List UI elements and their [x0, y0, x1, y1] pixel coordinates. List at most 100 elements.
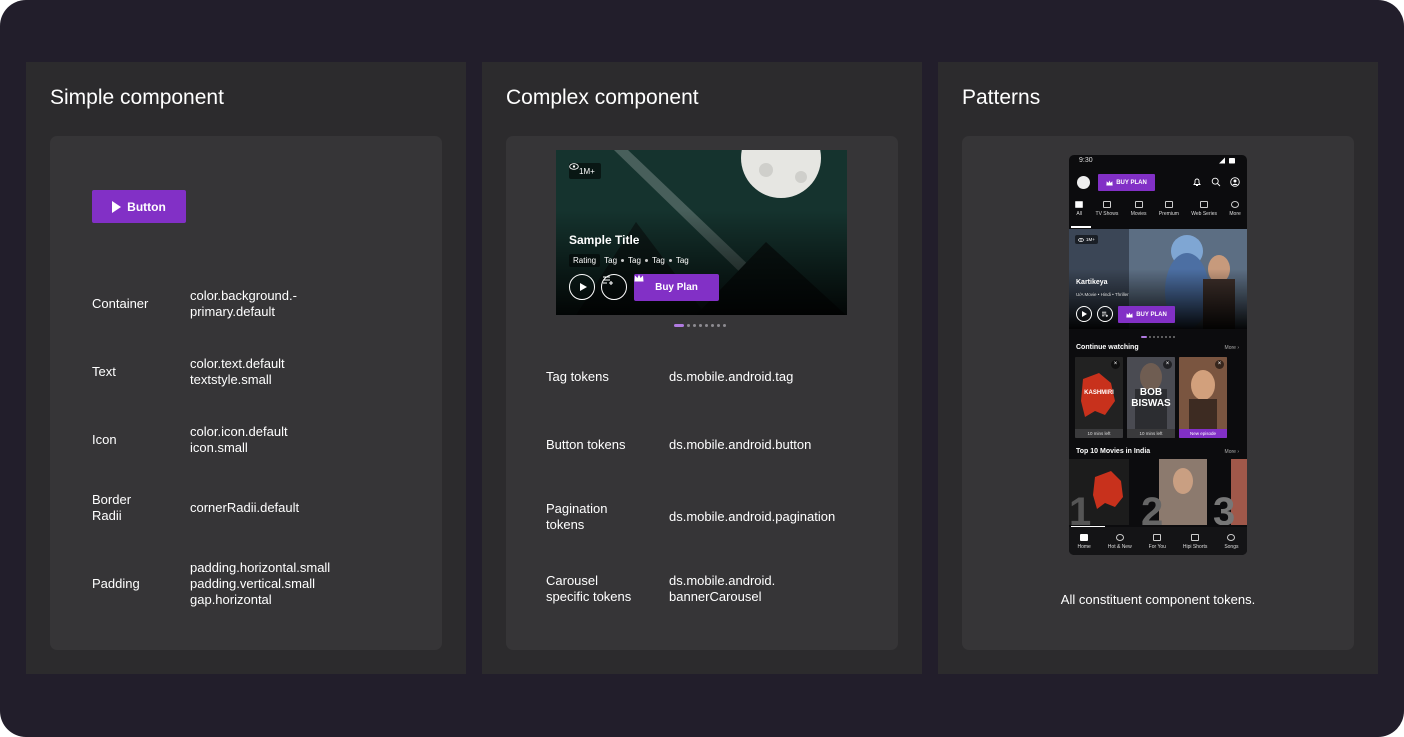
hero-meta: U/A Movie • Hindi • Thriller — [1076, 292, 1129, 297]
phone-header-actions — [1192, 177, 1240, 187]
banner-meta: Rating Tag Tag Tag Tag — [569, 254, 689, 267]
bottom-tab-hot-new[interactable]: Hot & New — [1108, 534, 1132, 550]
pagination-dot[interactable] — [699, 324, 702, 327]
pagination-dot[interactable] — [705, 324, 708, 327]
eye-icon — [1078, 237, 1084, 242]
top-10-row: 1 2 3 — [1069, 459, 1247, 525]
hero-title: Kartikeya — [1076, 279, 1108, 286]
shorts-icon — [1191, 534, 1200, 541]
simple-component-panel: Simple component Button Container color.… — [26, 62, 466, 674]
separator-dot — [644, 259, 648, 262]
hero-play-button[interactable] — [1076, 306, 1092, 322]
pagination-dot[interactable] — [1173, 336, 1175, 338]
phone-buy-plan-button[interactable]: BUY PLAN — [1098, 174, 1155, 191]
pagination-dot[interactable] — [687, 324, 690, 327]
search-icon[interactable] — [1211, 177, 1221, 187]
canvas-frame: Simple component Button Container color.… — [0, 0, 1404, 737]
genre-tag: Tag — [604, 256, 618, 265]
separator-dot — [668, 259, 672, 262]
complex-component-card: 1M+ Sample Title Rating Tag Tag Tag Tag — [506, 136, 898, 650]
hero-buy-plan-label: BUY PLAN — [1136, 311, 1167, 318]
svg-text:3: 3 — [1213, 490, 1235, 525]
nav-tab-movies[interactable]: Movies — [1131, 201, 1147, 217]
nav-tab-web-series[interactable]: Web Series — [1191, 201, 1217, 217]
poster-title: KASHMIRI — [1084, 390, 1114, 396]
pagination-dot[interactable] — [693, 324, 696, 327]
bottom-tab-hipi-shorts[interactable]: Hipi Shorts — [1183, 534, 1207, 550]
web-series-icon — [1200, 201, 1209, 208]
genre-tag: Tag — [675, 256, 689, 265]
pagination-dot[interactable] — [1165, 336, 1167, 338]
profile-icon[interactable] — [1230, 177, 1240, 187]
nav-tab-tv-shows[interactable]: TV Shows — [1096, 201, 1118, 217]
active-tab-indicator — [1071, 226, 1091, 228]
section-more-link[interactable]: More › — [1225, 345, 1239, 351]
pagination-dot[interactable] — [1169, 336, 1171, 338]
play-button[interactable] — [569, 274, 595, 300]
pagination-dot[interactable] — [711, 324, 714, 327]
play-icon — [1082, 311, 1087, 317]
play-icon — [579, 283, 587, 291]
music-note-icon — [1227, 534, 1236, 541]
pagination-dot-active[interactable] — [1141, 336, 1147, 338]
hero-pagination[interactable] — [1141, 336, 1175, 338]
svg-text:1: 1 — [1069, 490, 1091, 525]
panel-title: Complex component — [506, 86, 699, 109]
add-to-watchlist-button[interactable] — [601, 274, 627, 300]
phone-bottom-nav: Home Hot & New For You Hipi Shorts Songs — [1069, 527, 1247, 555]
continue-card[interactable]: × BOB BISWAS 10 mins left — [1127, 357, 1175, 438]
close-icon[interactable]: × — [1163, 360, 1172, 369]
banner-carousel[interactable]: 1M+ Sample Title Rating Tag Tag Tag Tag — [556, 150, 847, 315]
poster-artwork — [1179, 357, 1227, 438]
pagination-dot[interactable] — [717, 324, 720, 327]
rating-tag: Rating — [569, 254, 601, 267]
bell-icon[interactable] — [1192, 177, 1202, 187]
nav-tab-more[interactable]: More — [1229, 201, 1241, 217]
continue-card[interactable]: × KASHMIRI 10 mins left — [1075, 357, 1123, 438]
section-more-link[interactable]: More › — [1225, 449, 1239, 455]
phone-screen: 9:30 BUY PLAN All TV Shows Movies Premiu… — [1069, 155, 1247, 555]
pagination-dot-active[interactable] — [674, 324, 684, 327]
continue-card[interactable]: × New episode — [1179, 357, 1227, 438]
nav-tab-all[interactable]: All — [1075, 201, 1084, 217]
for-you-icon — [1153, 534, 1162, 541]
sample-button[interactable]: Button — [92, 190, 186, 223]
more-icon — [1231, 201, 1240, 208]
token-value: color.icon.default icon.small — [190, 424, 288, 455]
views-tag: 1M+ — [569, 163, 601, 179]
card-caption: New episode — [1179, 429, 1227, 438]
token-value: color.background.- primary.default — [190, 288, 297, 319]
separator-dot — [621, 259, 625, 262]
bottom-tab-home[interactable]: Home — [1077, 534, 1091, 550]
pagination-dot[interactable] — [1153, 336, 1155, 338]
panel-title: Patterns — [962, 86, 1041, 109]
buy-plan-label: Buy Plan — [655, 282, 698, 293]
nav-tab-premium[interactable]: Premium — [1159, 201, 1179, 217]
app-logo-icon[interactable] — [1077, 176, 1090, 189]
card-caption: 10 mins left — [1075, 429, 1123, 438]
hero-buy-plan-button[interactable]: BUY PLAN — [1118, 306, 1175, 323]
complex-component-panel: Complex component 1M+ Sample Title Ratin… — [482, 62, 922, 674]
token-value: ds.mobile.android. bannerCarousel — [669, 573, 776, 604]
carousel-pagination[interactable] — [674, 324, 726, 327]
bottom-tab-songs[interactable]: Songs — [1224, 534, 1239, 550]
phone-buy-plan-label: BUY PLAN — [1116, 179, 1147, 186]
bottom-tab-for-you[interactable]: For You — [1149, 534, 1166, 550]
status-bar: 9:30 — [1069, 155, 1247, 167]
pagination-dot[interactable] — [723, 324, 726, 327]
pagination-dot[interactable] — [1149, 336, 1151, 338]
pagination-dot[interactable] — [1157, 336, 1159, 338]
card-caption: 10 mins left — [1127, 429, 1175, 438]
home-tab-icon — [1075, 201, 1084, 208]
pagination-dot[interactable] — [1161, 336, 1163, 338]
top-10-artwork[interactable]: 1 2 3 — [1069, 459, 1247, 525]
token-label: Border Radii — [92, 492, 132, 523]
crown-icon — [1106, 180, 1113, 185]
close-icon[interactable]: × — [1215, 360, 1224, 369]
section-title-continue-watching: Continue watching — [1076, 344, 1139, 351]
hero-watchlist-button[interactable] — [1097, 306, 1113, 322]
close-icon[interactable]: × — [1111, 360, 1120, 369]
buy-plan-button[interactable]: Buy Plan — [634, 274, 719, 301]
token-value: cornerRadii.default — [190, 500, 300, 515]
hero-views-count: 1M+ — [1086, 237, 1095, 242]
